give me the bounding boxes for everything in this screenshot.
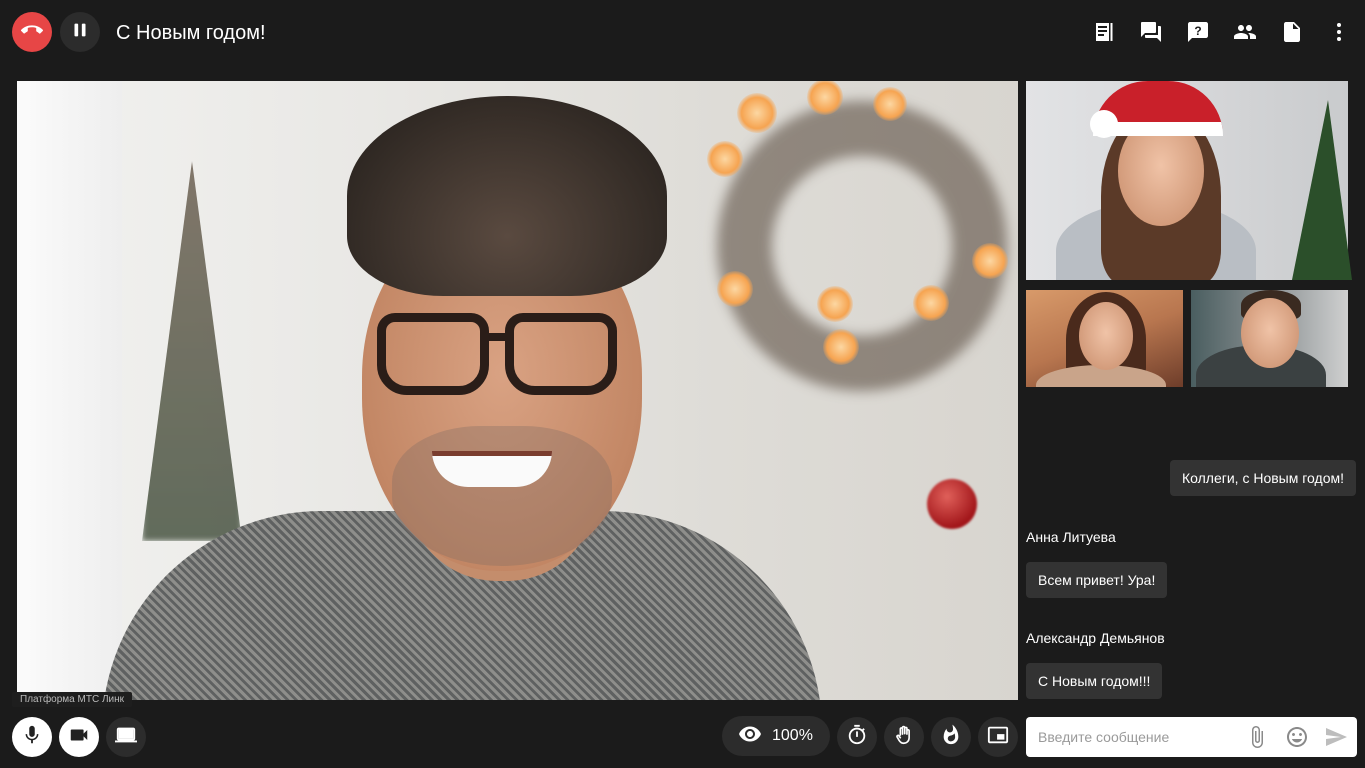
screen-share-button[interactable]: [106, 717, 146, 757]
pause-button[interactable]: [60, 12, 100, 52]
notes-icon[interactable]: [1092, 16, 1116, 48]
bokeh-light: [913, 285, 949, 321]
video-wreath: [717, 101, 1007, 391]
speaker-glasses: [377, 313, 489, 395]
bokeh-light: [817, 286, 853, 322]
timer-icon: [846, 724, 868, 751]
phone-hangup-icon: [21, 19, 43, 46]
picture-in-picture-button[interactable]: [978, 717, 1018, 757]
meeting-title: С Новым годом!: [116, 22, 266, 44]
eye-icon: [738, 722, 762, 751]
speaker-glasses-bridge: [485, 333, 509, 341]
fire-reaction-icon: [940, 724, 962, 751]
participants-icon[interactable]: [1233, 16, 1257, 48]
help-icon[interactable]: ?: [1186, 16, 1210, 48]
raise-hand-icon: [893, 724, 915, 751]
zoom-level: 100%: [772, 727, 813, 744]
bokeh-light: [823, 329, 859, 365]
attach-icon[interactable]: [1245, 725, 1269, 749]
microphone-button[interactable]: [12, 717, 52, 757]
zoom-control[interactable]: 100%: [722, 716, 830, 756]
participant-video-tile[interactable]: [1191, 290, 1348, 387]
chat-message: С Новым годом!!!: [1026, 663, 1163, 699]
svg-text:?: ?: [1194, 24, 1201, 38]
main-speaker-video[interactable]: [17, 81, 1018, 700]
timer-button[interactable]: [837, 717, 877, 757]
speaker-glasses: [505, 313, 617, 395]
bokeh-light: [972, 243, 1008, 279]
bokeh-light: [717, 271, 753, 307]
reaction-button[interactable]: [931, 717, 971, 757]
chat-message-sender: Анна Литуева: [1026, 529, 1116, 545]
hangup-button[interactable]: [12, 12, 52, 52]
speaker-smile: [432, 451, 552, 487]
camera-button[interactable]: [59, 717, 99, 757]
picture-in-picture-icon: [987, 724, 1009, 751]
speaker-beard: [392, 426, 612, 566]
bokeh-light: [873, 87, 907, 121]
chat-message-input[interactable]: [1026, 717, 1241, 757]
bokeh-light: [707, 141, 743, 177]
emoji-icon[interactable]: [1285, 725, 1309, 749]
more-icon[interactable]: [1327, 16, 1351, 48]
raise-hand-button[interactable]: [884, 717, 924, 757]
send-icon[interactable]: [1324, 725, 1348, 749]
chat-message: Всем привет! Ура!: [1026, 562, 1168, 598]
participant-face: [1079, 302, 1133, 370]
screen-share-icon: [115, 724, 137, 751]
top-toolbar: ?: [1092, 16, 1351, 48]
speaker-hair: [347, 96, 667, 296]
camera-icon: [68, 724, 90, 751]
video-ornament: [927, 479, 977, 529]
chat-input-box: [1026, 717, 1357, 757]
microphone-icon: [21, 724, 43, 751]
bokeh-light: [737, 93, 777, 133]
chat-icon[interactable]: [1139, 16, 1163, 48]
chat-message-sender: Александр Демьянов: [1026, 630, 1165, 646]
participant-face: [1241, 298, 1299, 368]
santa-hat-pompom: [1090, 110, 1118, 138]
video-window-light: [17, 81, 122, 700]
chat-message-own: Коллеги, с Новым годом!: [1169, 460, 1356, 496]
file-icon[interactable]: [1280, 16, 1304, 48]
pause-icon: [69, 19, 91, 46]
platform-watermark: Платформа МТС Линк: [12, 692, 132, 707]
participant-video-tile[interactable]: [1026, 290, 1183, 387]
